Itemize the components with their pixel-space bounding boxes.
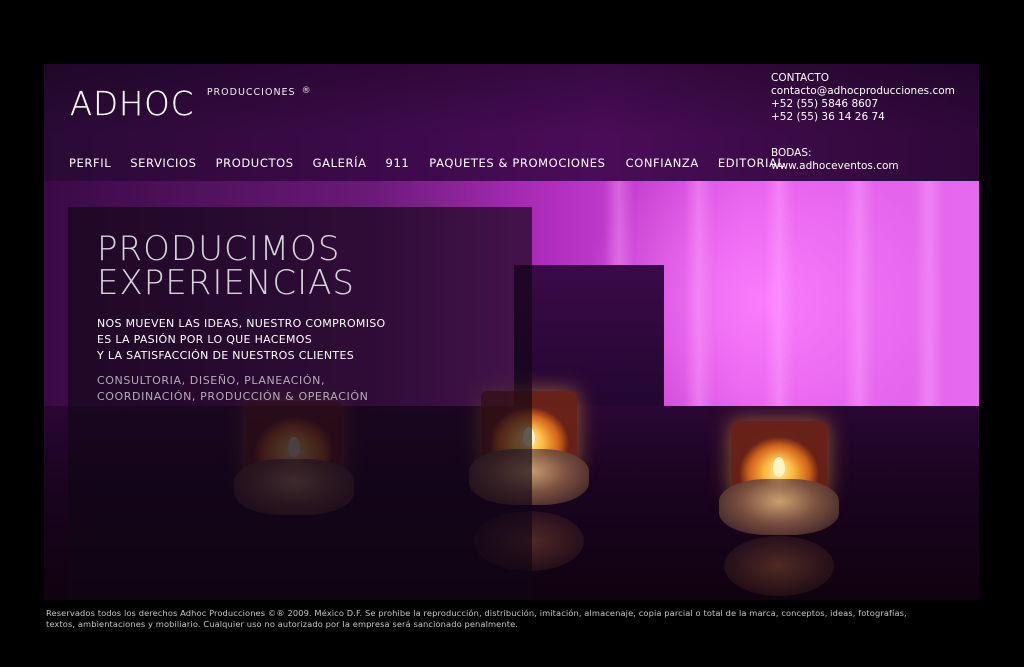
footer-copyright: Reservados todos los derechos Adhoc Prod… [46, 608, 986, 630]
headline-line: PRODUCIMOS [97, 229, 341, 269]
hero-headline: PRODUCIMOS EXPERIENCIAS [97, 232, 355, 300]
site-logo[interactable]: ADHOC PRODUCCIONES ® [70, 84, 311, 123]
services-line: COORDINACIÓN, PRODUCCIÓN & OPERACIÓN [97, 390, 369, 403]
nav-item-servicios[interactable]: SERVICIOS [130, 156, 196, 170]
nav-item-perfil[interactable]: PERFIL [69, 156, 111, 170]
weddings-heading: BODAS: [771, 147, 812, 159]
contact-phone-2: +52 (55) 36 14 26 74 [771, 111, 885, 123]
contact-email-link[interactable]: contacto@adhocproducciones.com [771, 85, 976, 98]
registered-mark: ® [301, 86, 311, 96]
footer-line: textos, ambientaciones y mobiliario. Cua… [46, 619, 519, 629]
services-line: CONSULTORIA, DISEÑO, PLANEACIÓN, [97, 374, 326, 387]
nav-item-confianza[interactable]: CONFIANZA [626, 156, 699, 170]
weddings-site-link[interactable]: www.adhoceventos.com [771, 160, 976, 173]
main-frame: ADHOC PRODUCCIONES ® PERFIL SERVICIOS PR… [44, 64, 979, 600]
logo-wordmark: ADHOC [70, 84, 195, 123]
headline-line: EXPERIENCIAS [97, 263, 355, 303]
nav-item-productos[interactable]: PRODUCTOS [216, 156, 294, 170]
logo-subtitle: PRODUCCIONES [206, 87, 296, 98]
nav-item-galeria[interactable]: GALERÍA [313, 156, 367, 170]
hero-services: CONSULTORIA, DISEÑO, PLANEACIÓN, COORDIN… [97, 373, 368, 405]
tagline-line: NOS MUEVEN LAS IDEAS, NUESTRO COMPROMISO [97, 317, 386, 330]
site: ADHOC PRODUCCIONES ® PERFIL SERVICIOS PR… [0, 0, 1024, 667]
tagline-line: Y LA SATISFACCIÓN DE NUESTROS CLIENTES [97, 349, 354, 362]
curtain-fold [764, 181, 794, 441]
main-nav: PERFIL SERVICIOS PRODUCTOS GALERÍA 911 P… [69, 156, 785, 170]
nav-item-paquetes-promociones[interactable]: PAQUETES & PROMOCIONES [429, 156, 605, 170]
footer-line: Reservados todos los derechos Adhoc Prod… [46, 608, 907, 618]
contact-phone-1: +52 (55) 5846 8607 [771, 98, 879, 110]
curtain-fold [684, 181, 714, 441]
curtain-fold [914, 181, 944, 441]
hero-tagline: NOS MUEVEN LAS IDEAS, NUESTRO COMPROMISO… [97, 316, 385, 364]
candle-reflection [724, 536, 834, 596]
curtain-fold [844, 181, 874, 441]
candle-holder [719, 421, 839, 541]
tagline-line: ES LA PASIÓN POR LO QUE HACEMOS [97, 333, 313, 346]
contact-heading: CONTACTO [771, 72, 830, 84]
contact-block: CONTACTO contacto@adhocproducciones.com … [771, 72, 976, 173]
nav-item-911[interactable]: 911 [386, 156, 410, 170]
